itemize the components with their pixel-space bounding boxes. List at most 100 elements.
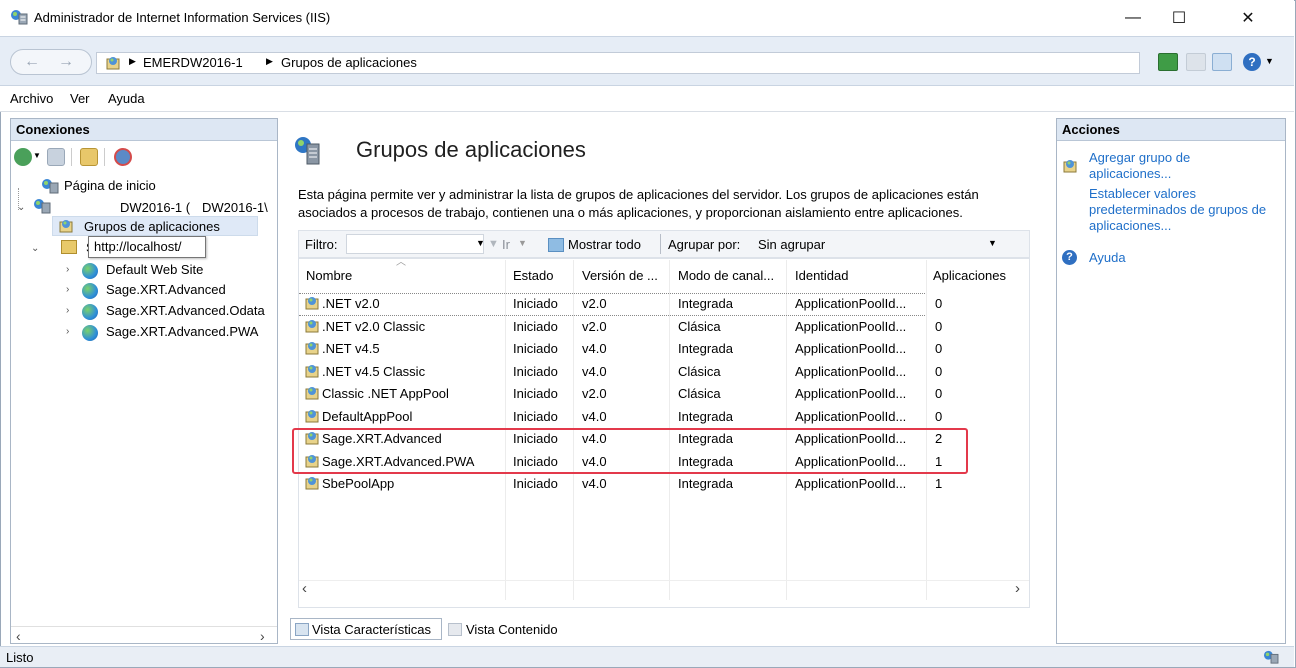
go-button[interactable]: Ir <box>502 237 510 252</box>
cell-modo: Clásica <box>678 318 721 334</box>
cell-modo: Integrada <box>678 341 733 356</box>
website-globe-icon <box>82 263 98 279</box>
cell-nombre[interactable]: SbePoolApp <box>322 476 394 491</box>
scroll-left-icon[interactable]: ‹ <box>16 628 21 644</box>
scroll-right-icon[interactable]: › <box>1015 580 1020 597</box>
group-by-select[interactable]: Sin agrupar <box>758 237 825 252</box>
home-icon[interactable] <box>1212 53 1232 71</box>
tab-features-label[interactable]: Vista Características <box>312 622 431 637</box>
breadcrumb-separator-icon: ▶ <box>266 56 273 66</box>
cell-nombre[interactable]: .NET v4.5 <box>322 341 380 356</box>
cell-estado: Iniciado <box>513 296 558 311</box>
tree-app-pools[interactable]: Grupos de aplicaciones <box>84 219 220 234</box>
show-all-button[interactable]: Mostrar todo <box>568 237 641 252</box>
tree-site-default[interactable]: Default Web Site <box>106 262 203 277</box>
add-pool-icon <box>1063 160 1077 173</box>
close-button[interactable]: ✕ <box>1203 0 1293 36</box>
cell-modo: Clásica <box>678 363 721 379</box>
cell-version: v4.0 <box>582 363 607 379</box>
breadcrumb-app-pools[interactable]: Grupos de aplicaciones <box>281 55 417 70</box>
toolbar-separator <box>104 148 105 166</box>
help-icon[interactable]: ? <box>1243 53 1261 71</box>
connect-icon[interactable] <box>14 148 32 166</box>
funnel-icon: ▼ <box>488 238 499 250</box>
column-version[interactable]: Versión de ... <box>582 268 658 283</box>
action-set-defaults-line-3[interactable]: aplicaciones... <box>1089 218 1266 234</box>
highlight-annotation <box>292 428 968 474</box>
column-estado[interactable]: Estado <box>513 268 553 283</box>
website-globe-icon <box>82 304 98 320</box>
action-add-pool-line-1[interactable]: Agregar grupo de <box>1089 150 1190 166</box>
column-identidad[interactable]: Identidad <box>795 268 849 283</box>
collapsed-chevron-icon[interactable]: › <box>66 326 69 337</box>
group-by-dropdown-icon[interactable]: ▼ <box>988 238 997 248</box>
status-bar <box>0 646 1294 667</box>
cell-version: v2.0 <box>582 318 607 334</box>
group-by-label: Agrupar por: <box>668 237 741 252</box>
filter-input[interactable] <box>346 234 484 254</box>
forward-arrow-icon[interactable]: → <box>52 51 80 73</box>
actions-title: Acciones <box>1062 122 1120 137</box>
action-add-pool[interactable]: Agregar grupo de aplicaciones... <box>1089 150 1190 182</box>
tree-home-page[interactable]: Página de inicio <box>64 178 156 193</box>
cell-version: v2.0 <box>582 296 607 311</box>
table-horizontal-scrollbar[interactable] <box>299 580 1029 600</box>
connections-title: Conexiones <box>16 122 90 137</box>
cell-estado: Iniciado <box>513 363 558 379</box>
go-dropdown-icon[interactable]: ▼ <box>518 238 527 248</box>
collapsed-chevron-icon[interactable]: › <box>66 284 69 295</box>
tree-server-name[interactable]: DW2016-1 ( <box>120 200 190 215</box>
save-icon[interactable] <box>47 148 65 166</box>
tree-horizontal-scrollbar[interactable] <box>11 626 277 644</box>
column-modo[interactable]: Modo de canal... <box>678 268 774 283</box>
disconnect-icon[interactable] <box>114 148 132 166</box>
cell-nombre[interactable]: .NET v2.0 <box>322 296 380 311</box>
cell-nombre[interactable]: .NET v4.5 Classic <box>322 364 425 379</box>
tab-content-view[interactable]: Vista Contenido <box>466 622 558 637</box>
toolbar-separator <box>71 148 72 166</box>
cell-aplicaciones: 0 <box>935 386 943 401</box>
tree-site-sage-advanced[interactable]: Sage.XRT.Advanced <box>106 282 226 297</box>
menu-ver[interactable]: Ver <box>70 91 90 106</box>
cell-aplicaciones: 0 <box>935 408 943 424</box>
collapsed-chevron-icon[interactable]: › <box>66 264 69 275</box>
cell-nombre[interactable]: .NET v2.0 Classic <box>322 319 425 334</box>
expand-chevron-icon[interactable]: ⌄ <box>31 243 39 254</box>
cell-nombre[interactable]: Classic .NET AppPool <box>322 386 449 401</box>
action-set-defaults[interactable]: Establecer valores predeterminados de gr… <box>1089 186 1266 234</box>
help-dropdown-icon[interactable]: ▼ <box>1265 56 1274 66</box>
cell-nombre[interactable]: DefaultAppPool <box>322 409 412 424</box>
collapsed-chevron-icon[interactable]: › <box>66 305 69 316</box>
up-level-icon[interactable] <box>80 148 98 166</box>
page-title: Grupos de aplicaciones <box>356 137 586 162</box>
refresh-icon[interactable] <box>1158 53 1178 71</box>
column-nombre[interactable]: Nombre <box>306 268 352 283</box>
action-set-defaults-line-2[interactable]: predeterminados de grupos de <box>1089 202 1266 218</box>
action-add-pool-line-2[interactable]: aplicaciones... <box>1089 166 1190 182</box>
breadcrumb-server[interactable]: EMERDW2016-1 <box>143 55 243 70</box>
connect-dropdown-icon[interactable]: ▼ <box>33 151 41 160</box>
scroll-left-icon[interactable]: ‹ <box>302 580 307 597</box>
app-pool-icon <box>305 387 319 400</box>
tree-server-user[interactable]: DW2016-1\ <box>202 200 276 215</box>
app-pool-icon <box>305 477 319 490</box>
scroll-right-icon[interactable]: › <box>260 628 265 644</box>
minimize-button[interactable]: — <box>1110 0 1156 36</box>
maximize-button[interactable]: ☐ <box>1156 0 1202 36</box>
address-box[interactable] <box>96 52 1140 74</box>
tree-site-sage-odata[interactable]: Sage.XRT.Advanced.Odata <box>106 303 274 318</box>
action-set-defaults-line-1[interactable]: Establecer valores <box>1089 186 1266 202</box>
back-arrow-icon[interactable]: ← <box>18 51 46 73</box>
tree-site-sage-pwa[interactable]: Sage.XRT.Advanced.PWA <box>106 324 258 339</box>
features-view-icon <box>295 623 309 636</box>
cell-identidad: ApplicationPoolId... <box>795 363 907 379</box>
menu-archivo[interactable]: Archivo <box>10 91 53 106</box>
menu-ayuda[interactable]: Ayuda <box>108 91 145 106</box>
filter-dropdown-icon[interactable]: ▼ <box>476 238 485 248</box>
expand-chevron-icon[interactable]: ⌄ <box>17 202 25 213</box>
column-aplicaciones[interactable]: Aplicaciones <box>933 268 1006 283</box>
cell-modo: Clásica <box>678 386 721 401</box>
cell-identidad: ApplicationPoolId... <box>795 386 907 401</box>
action-help[interactable]: Ayuda <box>1089 250 1126 266</box>
stop-icon[interactable] <box>1186 53 1206 71</box>
